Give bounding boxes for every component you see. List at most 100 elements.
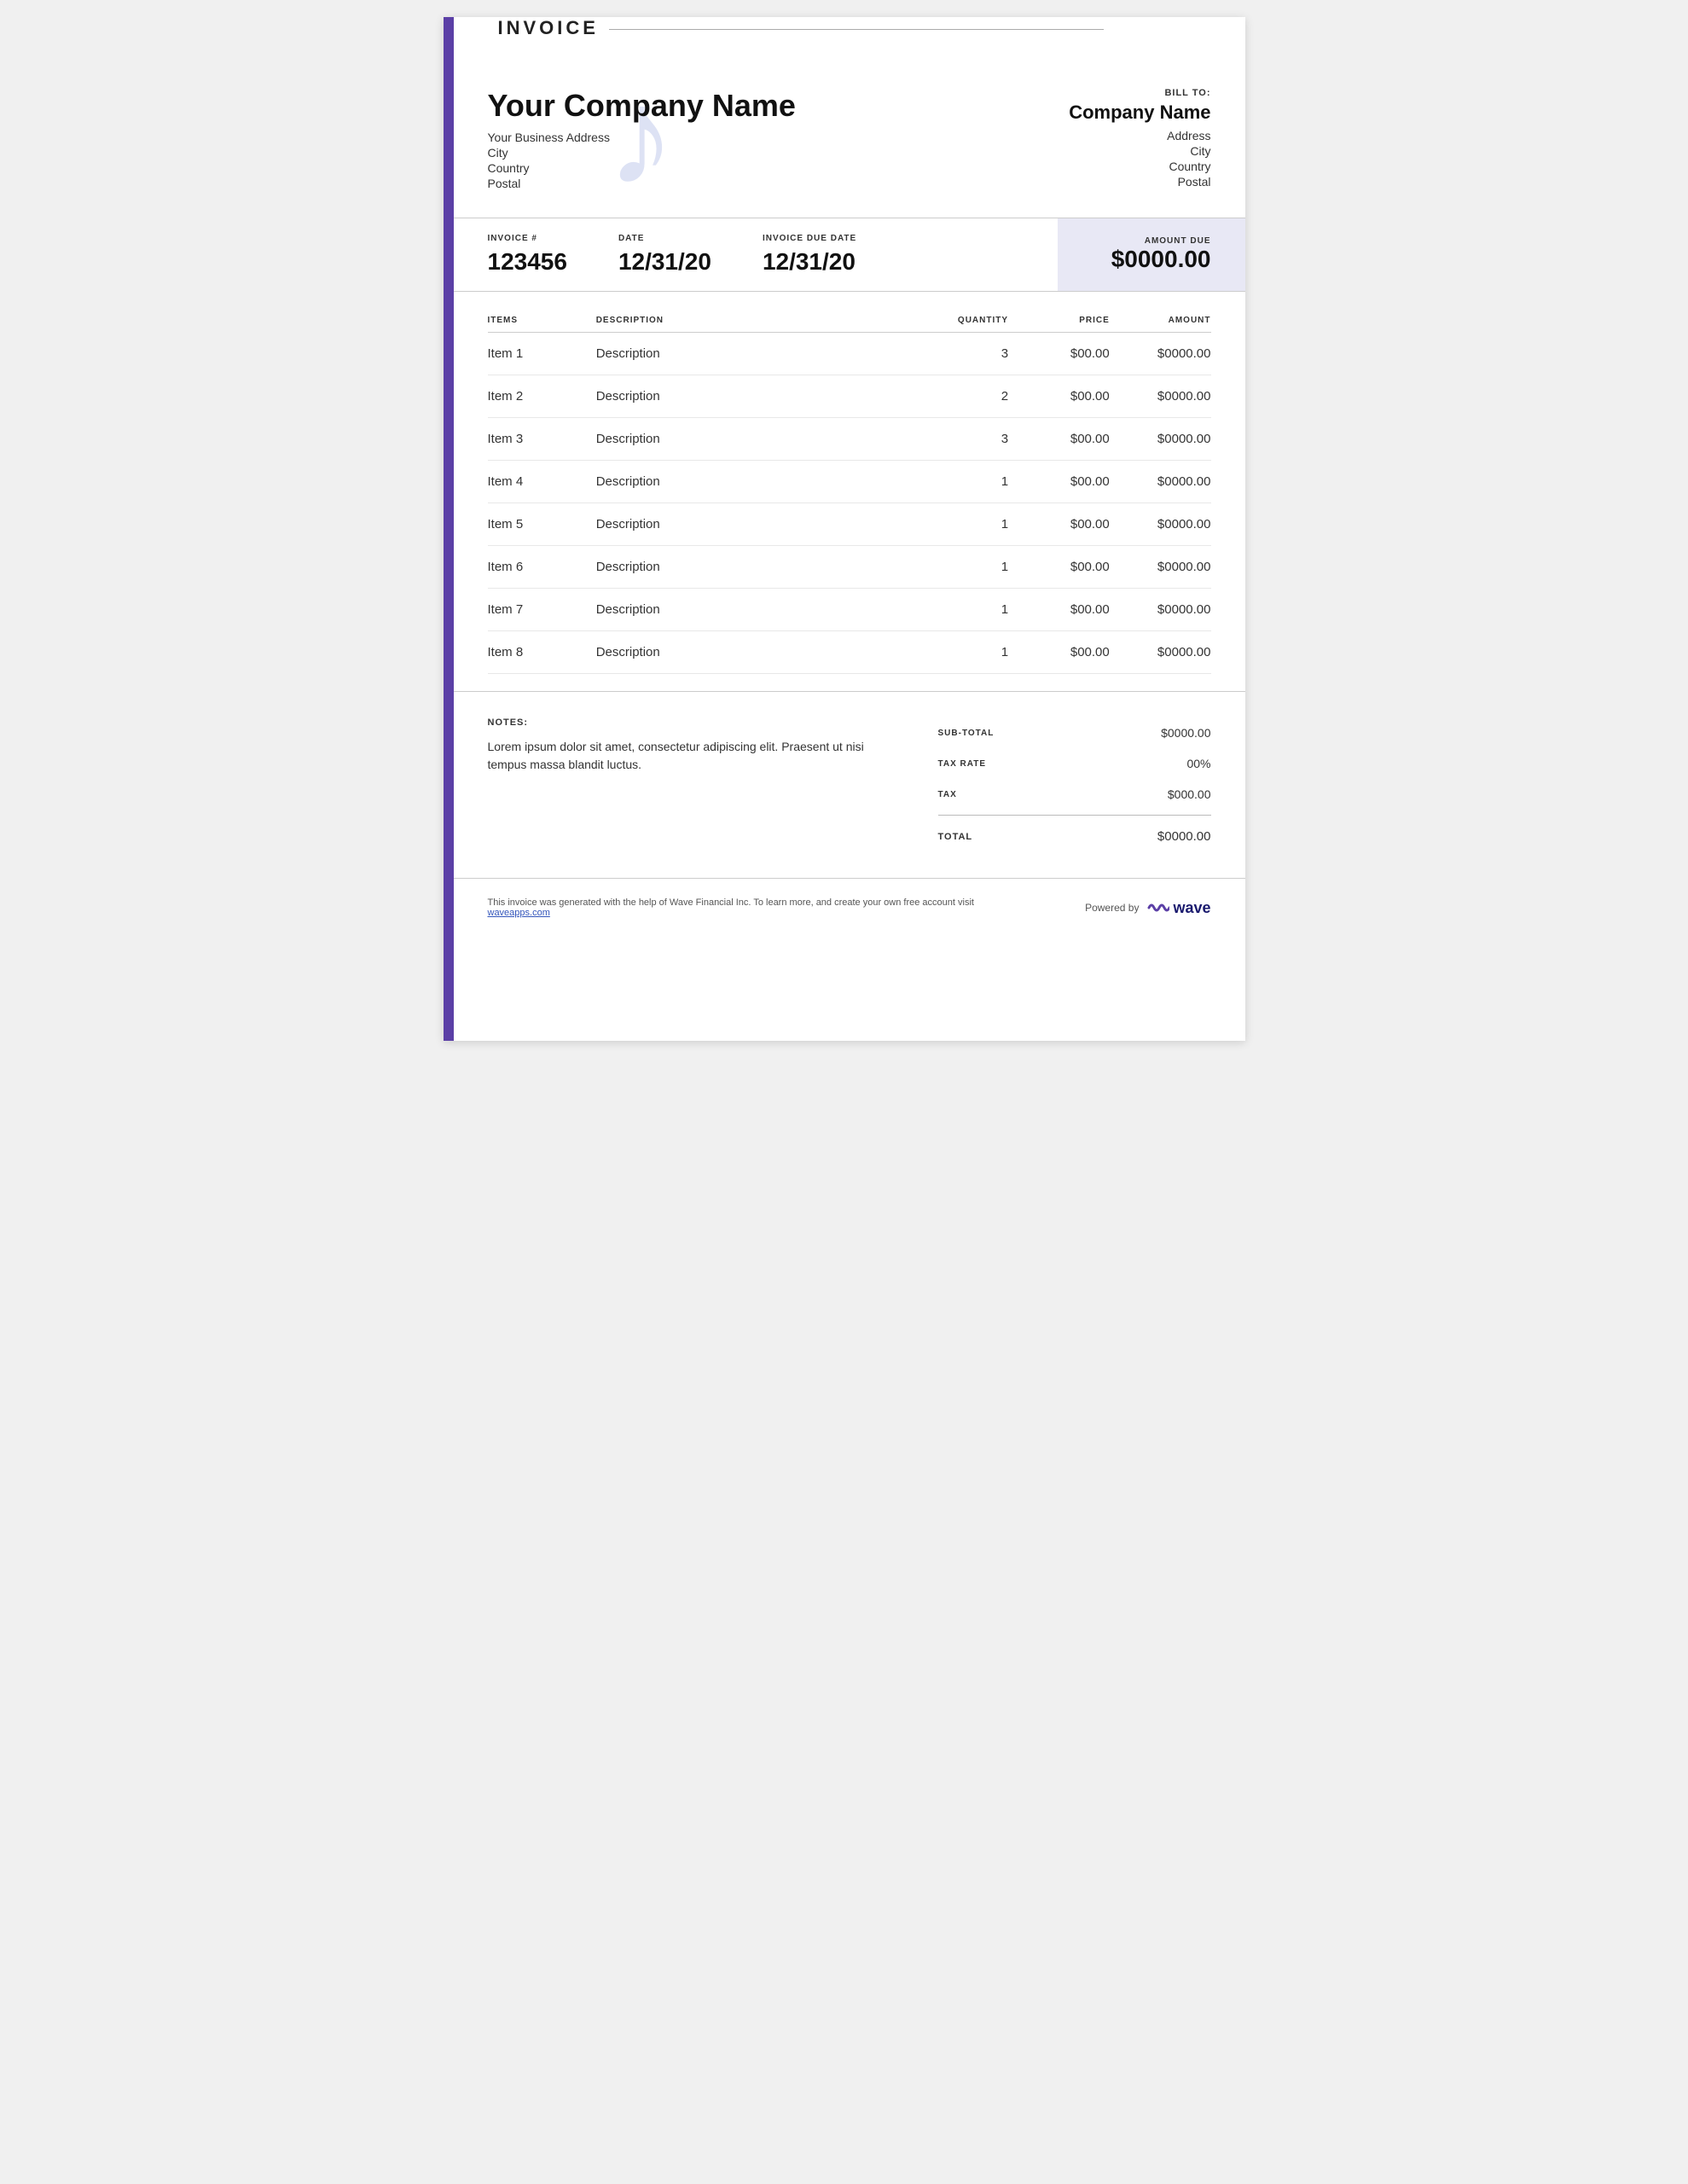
item-name-6: Item 7	[488, 589, 596, 631]
table-row: Item 3 Description 3 $00.00 $0000.00	[488, 418, 1211, 461]
table-row: Item 2 Description 2 $00.00 $0000.00	[488, 375, 1211, 418]
footer-note-text: This invoice was generated with the help…	[488, 897, 974, 908]
meta-left: INVOICE # 123456 DATE 12/31/20 INVOICE D…	[454, 218, 1058, 291]
table-row: Item 5 Description 1 $00.00 $0000.00	[488, 503, 1211, 546]
totals-divider	[938, 815, 1211, 816]
wave-icon	[1146, 896, 1169, 920]
tax-label: TAX	[938, 790, 957, 799]
item-name-5: Item 6	[488, 546, 596, 589]
item-amount-3: $0000.00	[1110, 461, 1211, 503]
wave-logo: wave	[1146, 896, 1210, 920]
col-header-items: ITEMS	[488, 309, 596, 333]
totals-block: SUB-TOTAL $0000.00 TAX RATE 00% TAX $000…	[938, 717, 1211, 852]
meta-due-date: INVOICE DUE DATE 12/31/20	[763, 234, 856, 276]
tax-rate-row: TAX RATE 00%	[938, 748, 1211, 779]
tax-rate-value: 00%	[1186, 757, 1210, 770]
company-city: City	[488, 146, 796, 160]
item-amount-2: $0000.00	[1110, 418, 1211, 461]
items-table: ITEMS DESCRIPTION QUANTITY PRICE AMOUNT …	[488, 309, 1211, 674]
notes-block: NOTES: Lorem ipsum dolor sit amet, conse…	[488, 717, 904, 774]
footer-note: This invoice was generated with the help…	[488, 897, 1000, 918]
wave-label: wave	[1173, 899, 1210, 917]
item-desc-3: Description	[596, 461, 922, 503]
item-amount-6: $0000.00	[1110, 589, 1211, 631]
company-address: Your Business Address	[488, 131, 796, 144]
footer-link[interactable]: waveapps.com	[488, 908, 550, 918]
items-section: ITEMS DESCRIPTION QUANTITY PRICE AMOUNT …	[454, 292, 1245, 691]
due-date-label: INVOICE DUE DATE	[763, 234, 856, 243]
notes-text: Lorem ipsum dolor sit amet, consectetur …	[488, 738, 897, 774]
right-bill-to: BILL TO: Company Name Address City Count…	[1069, 75, 1210, 190]
item-qty-0: 3	[921, 333, 1008, 375]
powered-by-label: Powered by	[1085, 902, 1139, 914]
company-country: Country	[488, 161, 796, 175]
table-row: Item 8 Description 1 $00.00 $0000.00	[488, 631, 1211, 674]
amount-due-label: AMOUNT DUE	[1145, 236, 1211, 246]
tax-value: $000.00	[1168, 787, 1211, 801]
table-header-row: ITEMS DESCRIPTION QUANTITY PRICE AMOUNT	[488, 309, 1211, 333]
item-name-4: Item 5	[488, 503, 596, 546]
total-value: $0000.00	[1157, 829, 1211, 844]
header-section: INVOICE ♪ Your Company Name Your Busines…	[454, 17, 1245, 218]
table-row: Item 4 Description 1 $00.00 $0000.00	[488, 461, 1211, 503]
content-area: INVOICE ♪ Your Company Name Your Busines…	[454, 17, 1245, 937]
item-name-2: Item 3	[488, 418, 596, 461]
bill-country: Country	[1069, 160, 1210, 173]
notes-label: NOTES:	[488, 717, 904, 728]
tax-row: TAX $000.00	[938, 779, 1211, 810]
bill-address: Address	[1069, 129, 1210, 142]
item-desc-1: Description	[596, 375, 922, 418]
item-name-0: Item 1	[488, 333, 596, 375]
item-desc-4: Description	[596, 503, 922, 546]
col-header-amount: AMOUNT	[1110, 309, 1211, 333]
item-desc-0: Description	[596, 333, 922, 375]
item-desc-5: Description	[596, 546, 922, 589]
item-desc-7: Description	[596, 631, 922, 674]
item-name-7: Item 8	[488, 631, 596, 674]
meta-date: DATE 12/31/20	[618, 234, 711, 276]
invoice-page: INVOICE ♪ Your Company Name Your Busines…	[444, 17, 1245, 1041]
table-row: Item 6 Description 1 $00.00 $0000.00	[488, 546, 1211, 589]
item-qty-5: 1	[921, 546, 1008, 589]
item-price-7: $00.00	[1008, 631, 1110, 674]
due-date-value: 12/31/20	[763, 248, 856, 276]
total-row: TOTAL $0000.00	[938, 821, 1211, 852]
item-price-5: $00.00	[1008, 546, 1110, 589]
meta-invoice-num: INVOICE # 123456	[488, 234, 567, 276]
meta-amount-box: AMOUNT DUE $0000.00	[1058, 218, 1245, 291]
bill-city: City	[1069, 144, 1210, 158]
item-amount-0: $0000.00	[1110, 333, 1211, 375]
item-desc-2: Description	[596, 418, 922, 461]
tax-rate-label: TAX RATE	[938, 759, 987, 769]
item-price-2: $00.00	[1008, 418, 1110, 461]
invoice-title: INVOICE	[498, 17, 599, 39]
date-label: DATE	[618, 234, 711, 243]
company-postal: Postal	[488, 177, 796, 190]
item-qty-3: 1	[921, 461, 1008, 503]
item-price-0: $00.00	[1008, 333, 1110, 375]
item-amount-4: $0000.00	[1110, 503, 1211, 546]
subtotal-label: SUB-TOTAL	[938, 729, 995, 738]
accent-bar	[444, 17, 454, 1041]
subtotal-value: $0000.00	[1161, 726, 1210, 740]
item-price-3: $00.00	[1008, 461, 1110, 503]
powered-by: Powered by wave	[1085, 896, 1210, 920]
date-value: 12/31/20	[618, 248, 711, 276]
item-desc-6: Description	[596, 589, 922, 631]
amount-due-value: $0000.00	[1111, 246, 1211, 273]
item-qty-1: 2	[921, 375, 1008, 418]
col-header-desc: DESCRIPTION	[596, 309, 922, 333]
invoice-title-line	[609, 29, 1104, 31]
footer-section: NOTES: Lorem ipsum dolor sit amet, conse…	[454, 691, 1245, 878]
item-name-1: Item 2	[488, 375, 596, 418]
item-amount-1: $0000.00	[1110, 375, 1211, 418]
item-price-4: $00.00	[1008, 503, 1110, 546]
total-label: TOTAL	[938, 832, 973, 842]
item-name-3: Item 4	[488, 461, 596, 503]
table-row: Item 1 Description 3 $00.00 $0000.00	[488, 333, 1211, 375]
company-name: Your Company Name	[488, 88, 796, 124]
invoice-title-row: INVOICE	[498, 17, 1245, 39]
bill-postal: Postal	[1069, 175, 1210, 189]
item-qty-6: 1	[921, 589, 1008, 631]
col-header-qty: QUANTITY	[921, 309, 1008, 333]
